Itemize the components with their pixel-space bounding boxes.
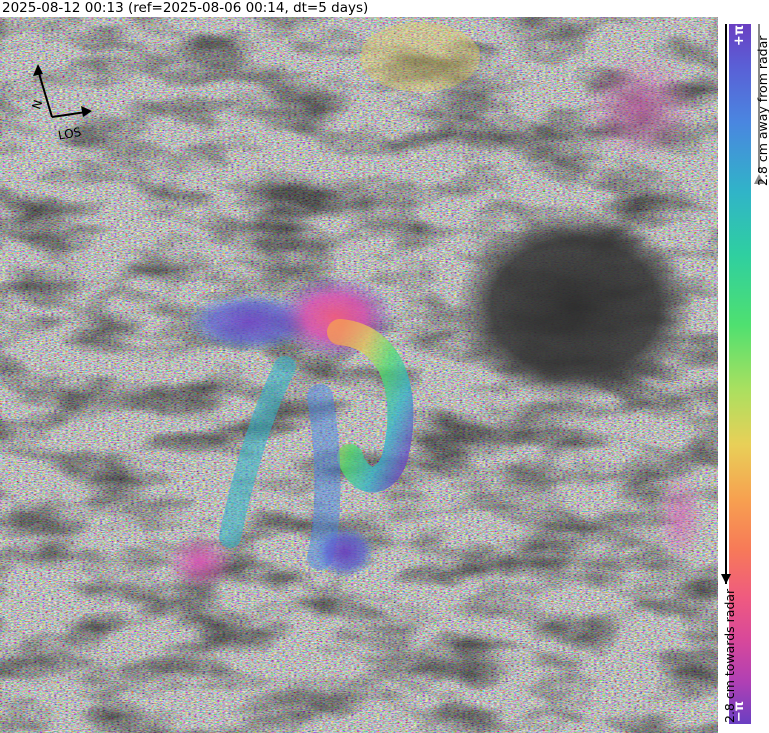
image-title: 2025-08-12 00:13 (ref=2025-08-06 00:14, …: [2, 0, 369, 16]
los-arrow-icon: [81, 106, 92, 117]
towards-indicator-line: [725, 24, 727, 584]
deformation-lobe-south: [315, 526, 375, 578]
interferogram-canvas: [0, 17, 718, 733]
towards-arrow-icon: [721, 574, 731, 584]
north-arrow-icon: [33, 64, 43, 76]
upper-right-magenta-patch: [580, 52, 700, 162]
east-magenta-patch: [655, 472, 705, 562]
upper-yellow-patch: [360, 22, 480, 92]
colorbar-top-label: +π: [732, 24, 748, 47]
north-label: N: [29, 98, 45, 111]
away-from-radar-label: 2.8 cm away from radar: [755, 35, 769, 186]
towards-radar-label: 2.8 cm towards radar: [722, 588, 737, 723]
volcanic-cone-dark-area: [455, 212, 695, 402]
compass-indicator: N LOS: [29, 64, 92, 143]
los-label: LOS: [57, 125, 82, 143]
deformation-lobe-southwest: [165, 534, 235, 590]
interferogram-map: N LOS: [0, 17, 718, 733]
